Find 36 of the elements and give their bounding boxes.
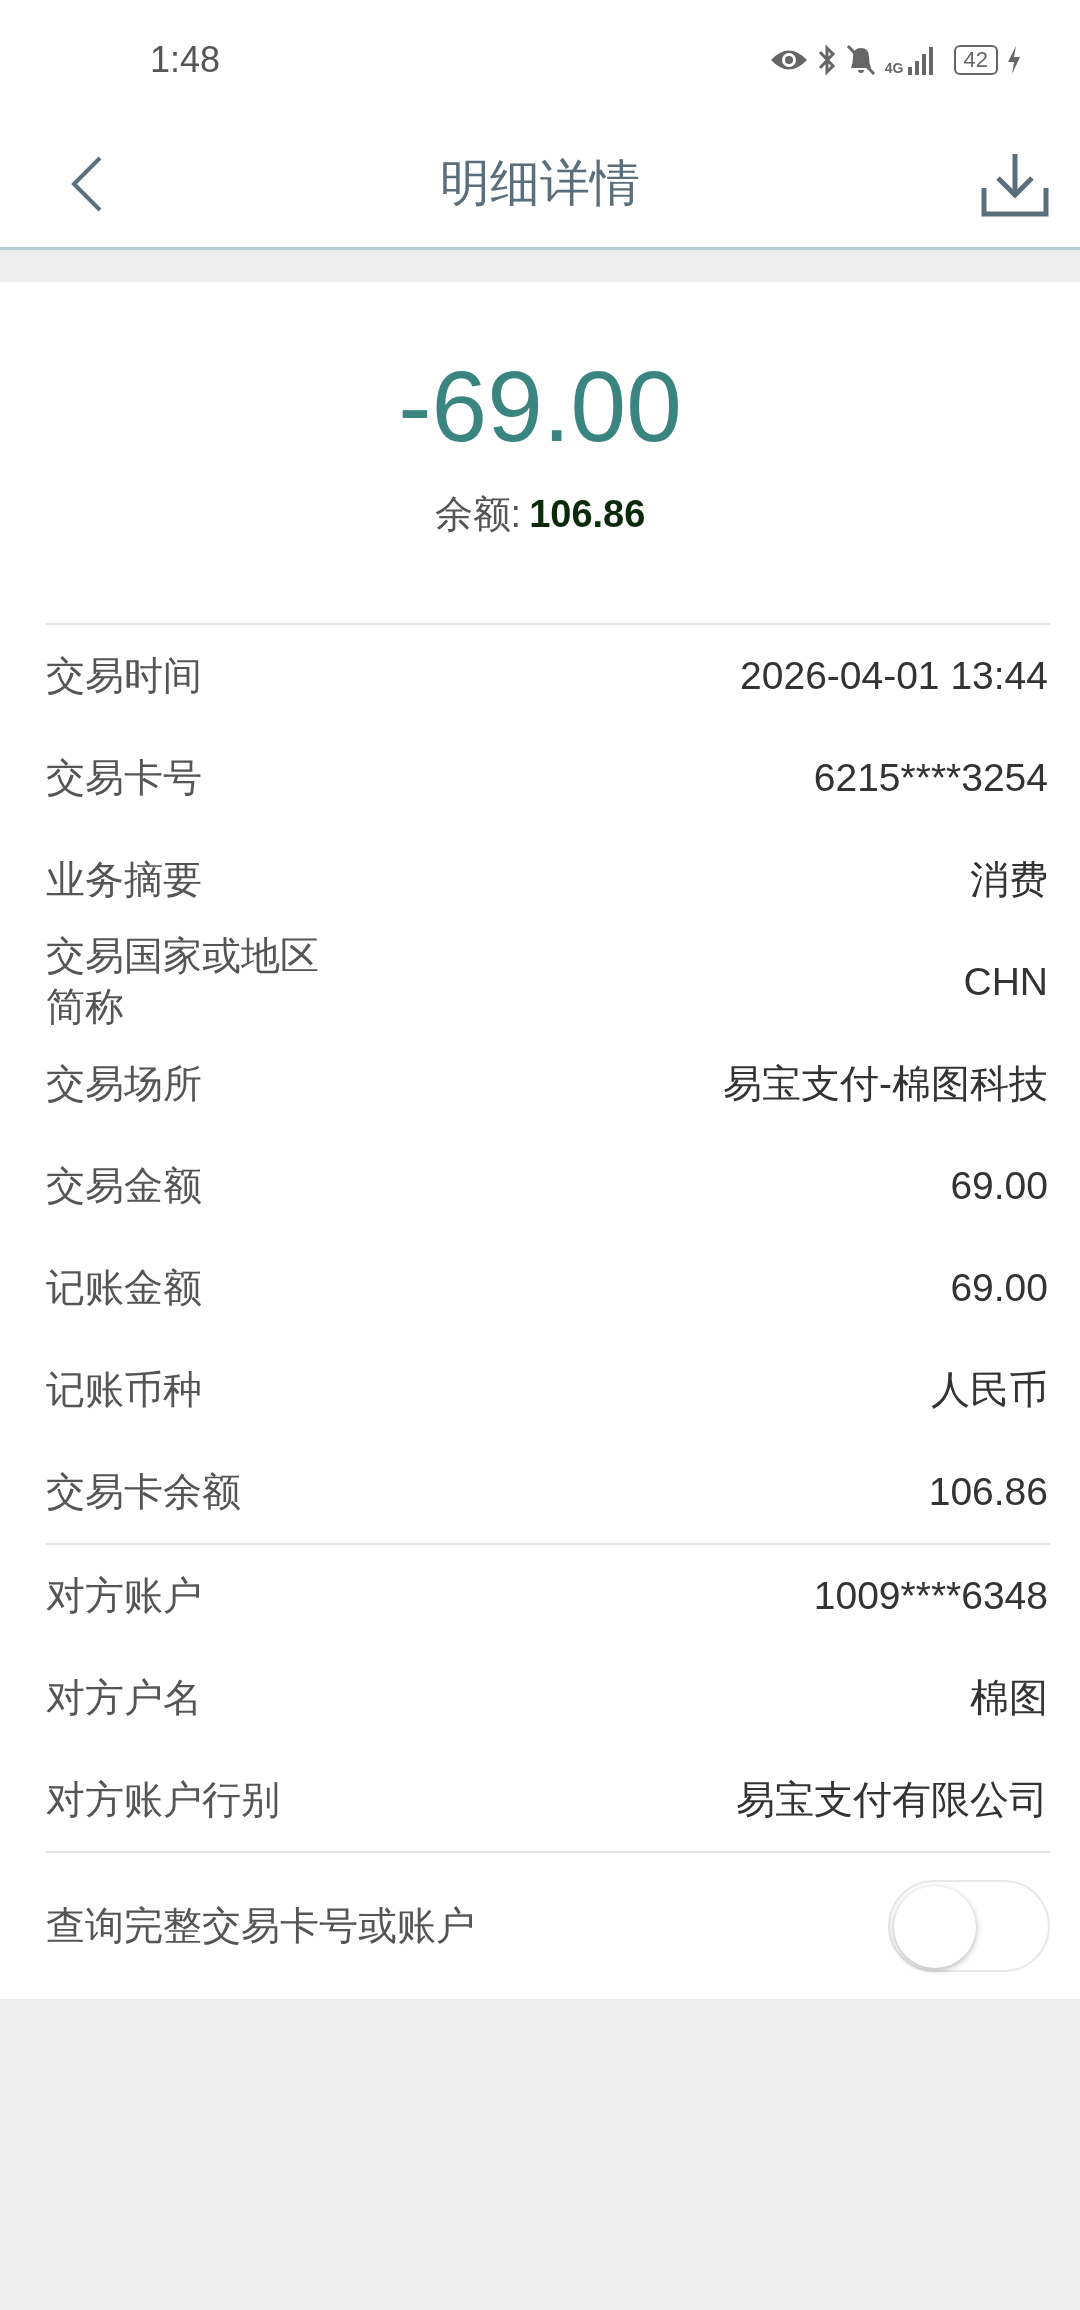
detail-value: 2026-04-01 13:44 [740,652,1048,699]
detail-value: 人民币 [931,1366,1048,1413]
detail-label: 记账金额 [46,1264,203,1311]
detail-value: CHN [963,958,1048,1005]
detail-label: 交易国家或地区简称 [46,933,320,1030]
detail-label: 对方户名 [46,1674,203,1721]
battery-indicator: 42 [953,44,998,76]
toggle-label: 查询完整交易卡号或账户 [46,1902,475,1949]
detail-value: 6215****3254 [813,754,1048,801]
transaction-amount: -69.00 [397,349,683,464]
detail-label: 交易金额 [46,1162,203,1209]
detail-value: 1009****6348 [813,1572,1048,1619]
detail-label: 对方账户行别 [46,1776,281,1823]
bluetooth-icon [816,43,837,77]
balance-label: 余额: [434,492,522,537]
detail-value: 69.00 [950,1162,1048,1209]
signal-icon [907,45,936,75]
detail-label: 业务摘要 [46,856,203,903]
balance-value: 106.86 [529,492,646,537]
detail-value: 69.00 [950,1264,1048,1311]
detail-value: 易宝支付-棉图科技 [723,1060,1048,1107]
detail-label: 交易卡余额 [46,1468,242,1515]
network-label: 4G [884,61,904,75]
detail-value: 106.86 [928,1468,1048,1515]
detail-value: 消费 [970,856,1048,903]
page-title: 明细详情 [440,154,640,213]
detail-label: 交易场所 [46,1060,203,1107]
detail-label: 对方账户 [46,1572,203,1619]
detail-label: 交易时间 [46,652,203,699]
detail-label: 交易卡号 [46,754,203,801]
status-time: 1:48 [150,38,221,82]
detail-value: 易宝支付有限公司 [736,1776,1048,1823]
muted-bell-icon [844,43,877,77]
detail-value: 棉图 [970,1674,1048,1721]
detail-label: 记账币种 [46,1366,203,1413]
charging-icon [1006,45,1022,75]
